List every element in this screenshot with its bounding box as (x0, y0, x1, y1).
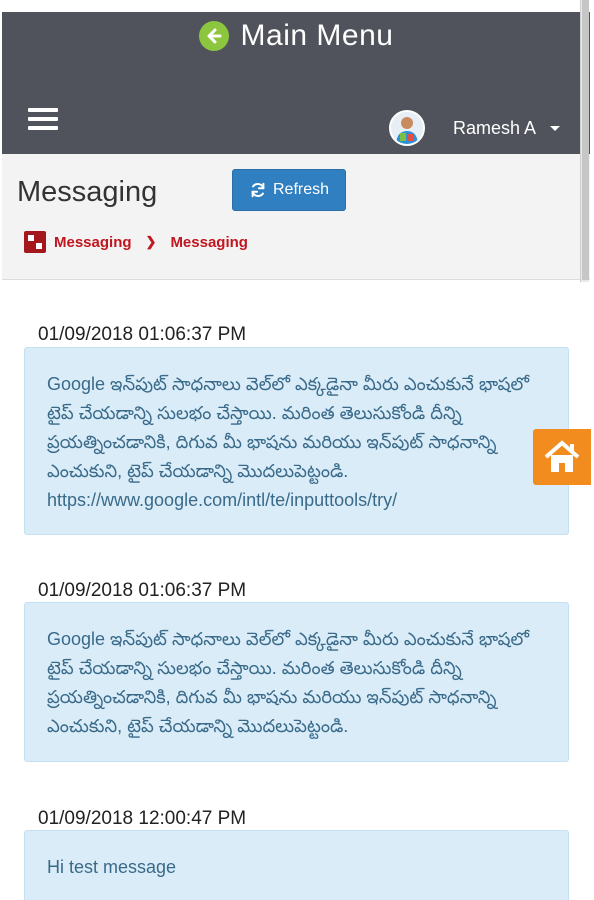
hamburger-menu-icon[interactable] (28, 108, 58, 130)
refresh-label[interactable]: Refresh (273, 181, 329, 199)
message-bubble: Hi test message (24, 830, 569, 900)
scrollbar[interactable] (580, 0, 589, 282)
back-arrow-icon[interactable] (198, 21, 229, 51)
message-timestamp: 01/09/2018 01:06:37 PM (38, 580, 247, 601)
breadcrumb-item[interactable]: Messaging (54, 234, 132, 251)
user-name[interactable]: Ramesh A (453, 118, 536, 139)
top-header: Main Menu Ramesh A (2, 12, 590, 154)
message-timestamp: 01/09/2018 12:00:47 PM (38, 808, 247, 829)
breadcrumb-item-current[interactable]: Messaging (170, 234, 248, 251)
header-title-row: Main Menu (2, 16, 590, 56)
scrollbar-thumb[interactable] (582, 0, 589, 280)
caret-down-icon[interactable] (550, 125, 560, 131)
message-timestamp: 01/09/2018 01:06:37 PM (38, 324, 247, 345)
breadcrumb-module-icon (24, 231, 46, 253)
breadcrumb: Messaging ❯ Messaging (24, 231, 248, 253)
message-list: 01/09/2018 01:06:37 PM Google ఇన్‌పుట్ స… (0, 282, 594, 900)
message-bubble: Google ఇన్‌పుట్ సాధనాలు వెల్‌లో ఎక్కడైనా… (24, 602, 569, 762)
home-icon (544, 440, 580, 472)
user-menu[interactable]: Ramesh A (388, 108, 560, 148)
page-heading-area: Messaging Refresh Messaging ❯ Messaging (2, 154, 590, 280)
user-avatar-icon[interactable] (388, 110, 425, 146)
refresh-button[interactable]: Refresh (232, 169, 346, 211)
refresh-icon (251, 182, 265, 198)
page-title: Messaging (17, 176, 158, 208)
chevron-right-icon: ❯ (145, 234, 157, 249)
app-title: Main Menu (240, 19, 394, 52)
home-button[interactable] (533, 429, 591, 485)
message-bubble: Google ఇన్‌పుట్ సాధనాలు వెల్‌లో ఎక్కడైనా… (24, 347, 569, 535)
